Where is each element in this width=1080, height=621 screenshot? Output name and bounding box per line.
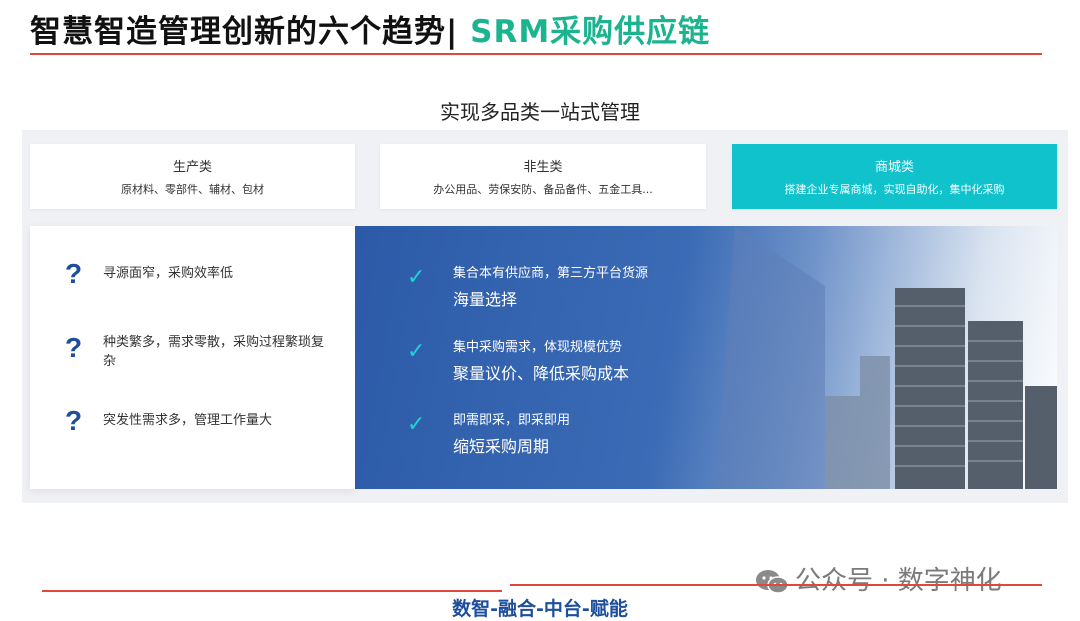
question-mark-icon: ? bbox=[65, 405, 83, 436]
title-divider bbox=[30, 53, 1042, 55]
benefit-headline: 聚量议价、降低采购成本 bbox=[453, 364, 630, 383]
category-name: 生产类 bbox=[172, 160, 212, 175]
benefit-desc: 即需即采，即采即用 bbox=[453, 413, 571, 428]
watermark-text: 公众号 · 数字神化 bbox=[795, 566, 1002, 596]
question-mark-icon: ? bbox=[65, 332, 83, 363]
category-name: 非生类 bbox=[523, 160, 563, 175]
benefit-desc: 集中采购需求，体现规模优势 bbox=[453, 340, 623, 355]
page-title: 智慧智造管理创新的六个趋势| SRM采购供应链 bbox=[30, 6, 710, 51]
benefit-headline: 海量选择 bbox=[453, 290, 518, 309]
category-desc: 原材料、零部件、辅材、包材 bbox=[121, 183, 264, 196]
footer-divider-left bbox=[42, 590, 502, 592]
category-desc: 办公用品、劳保安防、备品备件、五金工具... bbox=[433, 183, 653, 196]
check-icon: ✓ bbox=[407, 339, 426, 364]
benefit-item: ✓ 集中采购需求，体现规模优势 聚量议价、降低采购成本 bbox=[407, 336, 707, 386]
section-subtitle: 实现多品类一站式管理 bbox=[440, 100, 640, 124]
benefits-card: ✓ 集合本有供应商，第三方平台货源 海量选择 ✓ 集中采购需求，体现规模优势 聚… bbox=[355, 226, 1057, 489]
check-icon: ✓ bbox=[407, 412, 426, 437]
watermark: 公众号 · 数字神化 bbox=[755, 560, 1002, 597]
check-icon: ✓ bbox=[407, 265, 426, 290]
pain-points-card: ? 寻源面窄，采购效率低 ? 种类繁多，需求零散，采购过程繁琐复杂 ? 突发性需… bbox=[30, 226, 355, 489]
title-main: 智慧智造管理创新的六个趋势 bbox=[30, 14, 446, 50]
footer-slogan: 数智-融合-中台-赋能 bbox=[452, 598, 628, 620]
pain-point-item: ? 寻源面窄，采购效率低 bbox=[65, 258, 335, 298]
benefit-item: ✓ 即需即采，即采即用 缩短采购周期 bbox=[407, 409, 707, 459]
category-card-production[interactable]: 生产类 原材料、零部件、辅材、包材 bbox=[30, 144, 355, 209]
pain-point-item: ? 突发性需求多，管理工作量大 bbox=[65, 405, 335, 445]
pain-point-text: 突发性需求多，管理工作量大 bbox=[103, 413, 273, 428]
category-card-non-production[interactable]: 非生类 办公用品、劳保安防、备品备件、五金工具... bbox=[380, 144, 706, 209]
benefit-item: ✓ 集合本有供应商，第三方平台货源 海量选择 bbox=[407, 262, 707, 312]
title-accent: SRM采购供应链 bbox=[470, 14, 711, 50]
pain-point-text: 种类繁多，需求零散，采购过程繁琐复杂 bbox=[103, 335, 325, 369]
footer-divider-right bbox=[510, 584, 1042, 586]
title-separator: | bbox=[446, 14, 459, 50]
category-desc: 搭建企业专属商城，实现自助化，集中化采购 bbox=[784, 183, 1005, 196]
benefit-headline: 缩短采购周期 bbox=[453, 437, 550, 456]
category-name: 商城类 bbox=[874, 160, 914, 175]
question-mark-icon: ? bbox=[65, 258, 83, 289]
content-panel: 生产类 原材料、零部件、辅材、包材 非生类 办公用品、劳保安防、备品备件、五金工… bbox=[22, 130, 1068, 503]
category-card-mall[interactable]: 商城类 搭建企业专属商城，实现自助化，集中化采购 bbox=[732, 144, 1057, 209]
pain-point-text: 寻源面窄，采购效率低 bbox=[103, 266, 234, 281]
benefit-desc: 集合本有供应商，第三方平台货源 bbox=[453, 266, 649, 281]
pain-point-item: ? 种类繁多，需求零散，采购过程繁琐复杂 bbox=[65, 327, 335, 371]
wechat-icon bbox=[756, 569, 789, 594]
